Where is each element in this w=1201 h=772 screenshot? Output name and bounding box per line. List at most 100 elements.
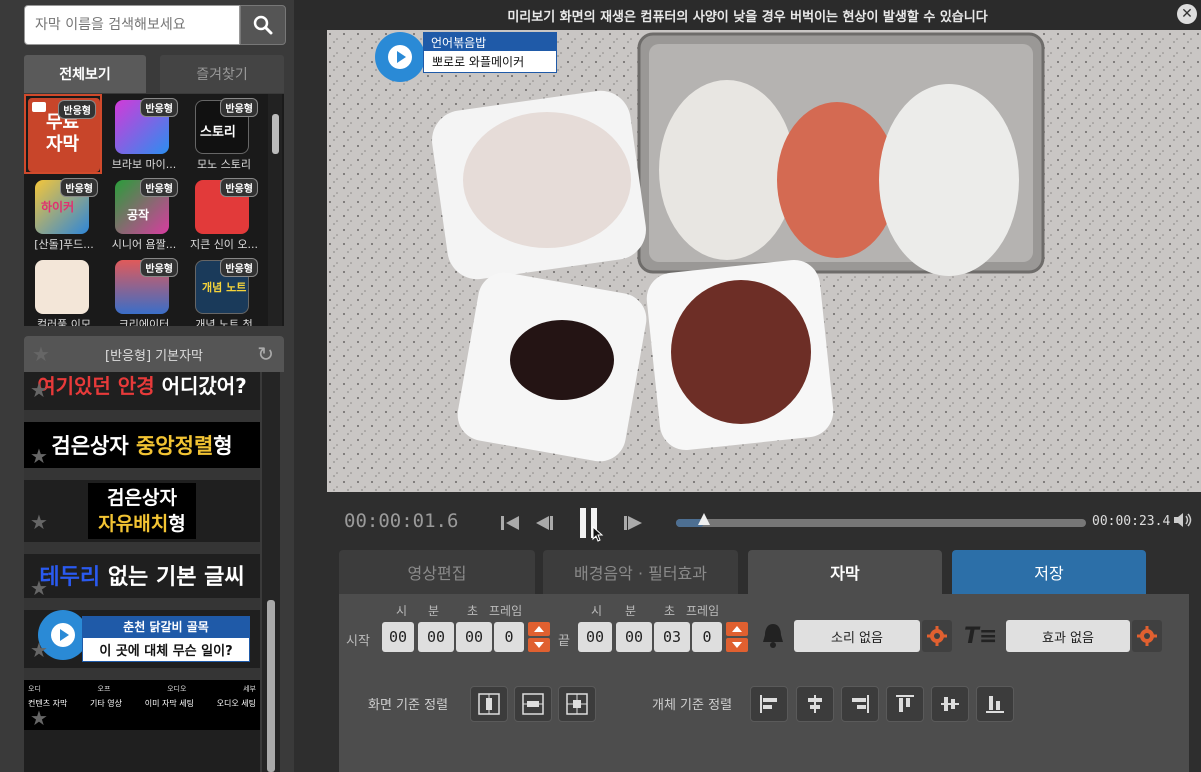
refresh-icon[interactable]: ↻ (257, 342, 274, 366)
preset-scrollbar[interactable] (262, 372, 280, 772)
video-caption-overlay: 언어볶음밥 뽀로로 와플메이커 (375, 30, 559, 86)
folder-icon (32, 102, 46, 112)
stepper-up-button[interactable] (726, 622, 748, 636)
template-item[interactable]: 무료 자막 반응형 (24, 94, 102, 174)
end-stepper[interactable] (726, 622, 748, 652)
tab-save[interactable]: 저장 (952, 550, 1146, 594)
skip-to-start-button[interactable] (498, 506, 522, 540)
end-seconds-field[interactable]: 03 (654, 622, 690, 652)
start-seconds-field[interactable]: 00 (456, 622, 492, 652)
tab-all[interactable]: 전체보기 (24, 55, 146, 93)
thumbnail-text: 공작 (127, 208, 150, 222)
playback-timeline[interactable] (676, 513, 1086, 527)
star-icon[interactable]: ★ (30, 576, 48, 600)
align-top-button[interactable] (886, 686, 924, 722)
star-icon[interactable]: ★ (32, 342, 50, 366)
chevron-up-icon (534, 626, 544, 632)
subtitle-template-grid: 무료 자막 반응형 반응형 브라보 마이... 스토리 반응형 모노 스토리 하… (24, 94, 284, 326)
preset-item[interactable]: 검은상자 자유배치형 ★ (24, 480, 260, 542)
start-frames-field[interactable]: 0 (494, 622, 524, 652)
template-item[interactable]: 반응형 브라보 마이... (104, 94, 182, 174)
tab-music-filter[interactable]: 배경음악 · 필터효과 (543, 550, 738, 594)
end-minutes-field[interactable]: 00 (616, 622, 652, 652)
step-forward-icon (624, 516, 642, 530)
skip-start-icon (501, 516, 519, 530)
preset-item[interactable]: 춘천 닭갈비 골목 이 곳에 대체 무슨 일이? ★ (24, 608, 260, 666)
current-time: 00:00:01.6 (344, 510, 459, 532)
chevron-down-icon (732, 642, 742, 648)
template-item[interactable]: 스토리 반응형 모노 스토리 (184, 94, 262, 174)
align-vertical-middle-button[interactable] (931, 686, 969, 722)
play-icon (51, 623, 75, 647)
preset-item[interactable]: 여기있던 안경 어디갔어? ★ (24, 372, 260, 404)
subtitle-editor-window: 전체보기 즐겨찾기 무료 자막 반응형 반응형 브라보 마이... 스토리 반응 (0, 0, 1201, 772)
end-hours-field[interactable]: 00 (578, 622, 612, 652)
preset-text: 춘천 닭갈비 골목 (82, 616, 250, 637)
seconds-header: 초 (467, 604, 479, 618)
preset-item[interactable]: 오디 오프 오디오 세부 컨텐츠 자막 기타 영상 이미 자막 세팅 오디오 세… (24, 680, 260, 730)
start-hours-field[interactable]: 00 (382, 622, 414, 652)
align-left-button[interactable] (750, 686, 788, 722)
template-item[interactable]: 하이커 반응형 [산돌]푸드... (24, 174, 102, 254)
search-button[interactable] (240, 5, 286, 45)
preset-text: 검은상자 (107, 487, 177, 509)
template-item[interactable]: 개념 노트 반응형 개념 노트 첫 (184, 254, 262, 326)
star-icon[interactable]: ★ (30, 378, 48, 402)
end-frames-field[interactable]: 0 (692, 622, 722, 652)
preset-text: 세부 (243, 685, 256, 693)
tab-favorites[interactable]: 즐겨찾기 (160, 55, 284, 93)
preset-text: 오디 (28, 685, 41, 693)
template-item[interactable]: 반응형 크리에이터 (104, 254, 182, 326)
scrollbar-thumb[interactable] (272, 114, 279, 154)
search-field[interactable] (24, 5, 240, 45)
align-center-horizontal-icon (522, 693, 544, 715)
volume-icon (1174, 513, 1192, 527)
search-input[interactable] (25, 6, 239, 44)
step-back-button[interactable] (532, 506, 556, 540)
preset-item[interactable]: 테두리 없는 기본 글씨 ★ (24, 554, 260, 600)
volume-button[interactable] (1172, 510, 1194, 534)
preset-text: 중앙정렬 (135, 434, 214, 458)
stepper-down-button[interactable] (726, 638, 748, 652)
template-item[interactable]: 컬러풀 이모 (24, 254, 102, 326)
grid-scrollbar[interactable] (268, 94, 282, 326)
sound-settings-button[interactable] (922, 620, 952, 652)
sound-select[interactable]: 소리 없음 (794, 620, 920, 652)
timeline-playhead[interactable] (697, 513, 710, 525)
close-button[interactable]: ✕ (1177, 4, 1197, 24)
template-item[interactable]: 반응형 지큰 신이 오... (184, 174, 262, 254)
effect-settings-button[interactable] (1132, 620, 1162, 652)
screen-align-center-v-button[interactable] (470, 686, 508, 722)
screen-align-center-button[interactable] (558, 686, 596, 722)
template-item[interactable]: 공작 반응형 시니어 욤짤... (104, 174, 182, 254)
main-area: 미리보기 화면의 재생은 컴퓨터의 사양이 낮을 경우 버벅이는 현상이 발생할… (294, 0, 1201, 772)
preset-list: 여기있던 안경 어디갔어? ★ 검은상자 중앙정렬형 ★ 검은상자 자유배치형 … (24, 372, 260, 772)
tab-video-edit[interactable]: 영상편집 (339, 550, 535, 594)
star-icon[interactable]: ★ (30, 444, 48, 468)
responsive-badge: 반응형 (140, 98, 178, 117)
scrollbar-thumb[interactable] (267, 600, 275, 772)
stepper-down-button[interactable] (528, 638, 550, 652)
responsive-badge: 반응형 (220, 178, 258, 197)
star-icon[interactable]: ★ (30, 706, 48, 730)
align-right-button[interactable] (841, 686, 879, 722)
preset-text: 검은상자 (51, 434, 136, 458)
effect-select[interactable]: 효과 없음 (1006, 620, 1130, 652)
preset-text: 형 (213, 434, 233, 458)
stepper-up-button[interactable] (528, 622, 550, 636)
align-vertical-middle-icon (941, 697, 959, 711)
star-icon[interactable]: ★ (30, 638, 48, 662)
preset-item[interactable]: 검은상자 중앙정렬형 ★ (24, 422, 260, 468)
screen-align-center-h-button[interactable] (514, 686, 552, 722)
step-forward-button[interactable] (620, 506, 646, 540)
video-preview[interactable]: 언어볶음밥 뽀로로 와플메이커 (327, 30, 1201, 492)
star-icon[interactable]: ★ (30, 510, 48, 534)
start-stepper[interactable] (528, 622, 550, 652)
thumbnail-text: 스토리 (200, 125, 236, 140)
align-top-icon (896, 695, 914, 712)
align-center-button[interactable] (796, 686, 834, 722)
align-bottom-button[interactable] (976, 686, 1014, 722)
step-back-icon (536, 516, 553, 530)
start-minutes-field[interactable]: 00 (418, 622, 454, 652)
tab-subtitle[interactable]: 자막 (748, 550, 942, 594)
